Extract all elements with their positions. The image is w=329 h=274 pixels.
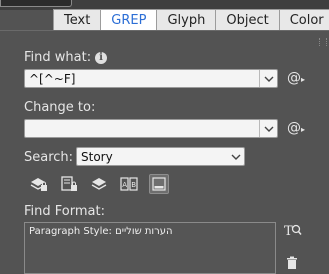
find-format-box[interactable]: Paragraph Style: הערות שוליים: [24, 222, 276, 274]
chevron-down-icon[interactable]: [227, 148, 244, 165]
tab-grep[interactable]: GREP: [100, 9, 158, 31]
hidden-layers-icon[interactable]: [89, 174, 109, 194]
find-what-combobox[interactable]: ^[^~F]: [24, 69, 278, 88]
find-what-input[interactable]: ^[^~F]: [29, 70, 75, 89]
trash-icon[interactable]: [286, 256, 298, 274]
chevron-down-icon[interactable]: [259, 70, 277, 87]
master-pages-icon[interactable]: A B: [119, 174, 139, 194]
tab-color[interactable]: Color: [278, 9, 329, 31]
find-format-value: Paragraph Style: הערות שוליים: [29, 226, 173, 237]
tab-glyph[interactable]: Glyph: [156, 9, 217, 31]
change-to-label: Change to:: [24, 100, 96, 115]
specify-attributes-icon[interactable]: T: [284, 222, 302, 242]
find-what-label: Find what:: [24, 50, 92, 65]
tab-bar: Text GREP Glyph Object Color: [53, 9, 329, 31]
chevron-down-icon[interactable]: [259, 120, 277, 137]
find-format-label: Find Format:: [24, 204, 105, 219]
special-characters-change-at-icon[interactable]: @▸: [287, 120, 305, 136]
resize-grip[interactable]: [319, 38, 327, 46]
search-label: Search:: [24, 150, 74, 165]
search-scope-value: Story: [81, 150, 113, 164]
svg-text:B: B: [131, 181, 136, 189]
search-scope-select[interactable]: Story: [76, 147, 245, 166]
change-to-combobox[interactable]: [24, 119, 278, 138]
locked-stories-icon[interactable]: [59, 174, 79, 194]
locked-layers-icon[interactable]: [29, 174, 49, 194]
special-characters-find-at-icon[interactable]: @▸: [287, 70, 305, 86]
previous-field-fragment: [0, 0, 72, 7]
info-icon[interactable]: i: [95, 52, 107, 64]
tab-text[interactable]: Text: [53, 9, 102, 31]
svg-text:A: A: [122, 181, 127, 189]
footnotes-icon[interactable]: [149, 174, 169, 194]
svg-text:T: T: [284, 224, 293, 238]
tab-object[interactable]: Object: [215, 9, 280, 31]
